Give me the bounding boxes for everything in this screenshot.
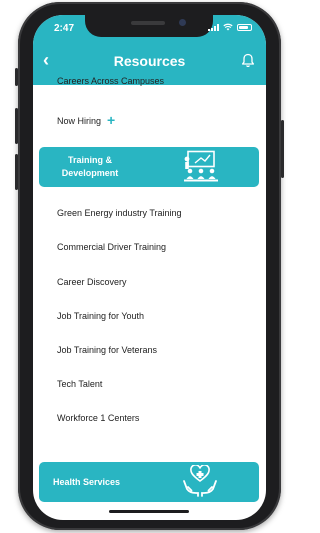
power-button bbox=[281, 120, 284, 178]
category-training-label-line1: Training & bbox=[67, 155, 112, 165]
plus-icon[interactable]: + bbox=[107, 112, 115, 128]
category-health-services[interactable]: Health Services bbox=[39, 462, 259, 502]
list-item-workforce-1-centers[interactable]: Workforce 1 Centers bbox=[57, 413, 139, 423]
category-training-label: Training & Development bbox=[59, 154, 121, 180]
page-title: Resources bbox=[113, 53, 186, 69]
volume-down-button bbox=[15, 154, 18, 190]
notch bbox=[85, 15, 213, 37]
category-training-label-line2: Development bbox=[61, 168, 119, 178]
list-item-careers-across-campuses[interactable]: Careers Across Campuses bbox=[57, 76, 164, 86]
home-indicator bbox=[109, 510, 189, 513]
category-health-label: Health Services bbox=[53, 477, 121, 487]
mute-switch bbox=[15, 68, 18, 86]
category-training-development[interactable]: Training & Development bbox=[39, 147, 259, 187]
now-hiring-item[interactable]: Now Hiring + bbox=[57, 112, 115, 128]
status-time: 2:47 bbox=[54, 23, 75, 34]
speaker bbox=[131, 21, 165, 25]
classroom-icon bbox=[184, 150, 218, 182]
list-item-tech-talent[interactable]: Tech Talent bbox=[57, 379, 102, 389]
signal-icon bbox=[208, 23, 219, 31]
now-hiring-label: Now Hiring bbox=[57, 116, 102, 126]
list-item-job-training-youth[interactable]: Job Training for Youth bbox=[57, 311, 144, 321]
app-screen: 2:47 ‹ Resources Careers Across Campuses… bbox=[33, 15, 266, 520]
list-item-commercial-driver-training[interactable]: Commercial Driver Training bbox=[57, 242, 166, 252]
wifi-icon bbox=[223, 23, 233, 31]
battery-icon bbox=[237, 23, 252, 31]
list-item-green-energy-training[interactable]: Green Energy industry Training bbox=[57, 208, 182, 218]
camera bbox=[179, 19, 186, 26]
bell-icon[interactable] bbox=[241, 53, 255, 68]
hands-heart-icon bbox=[183, 465, 217, 497]
list-item-job-training-veterans[interactable]: Job Training for Veterans bbox=[57, 345, 157, 355]
list-item-career-discovery[interactable]: Career Discovery bbox=[57, 277, 127, 287]
status-icons bbox=[208, 23, 252, 31]
volume-up-button bbox=[15, 108, 18, 144]
